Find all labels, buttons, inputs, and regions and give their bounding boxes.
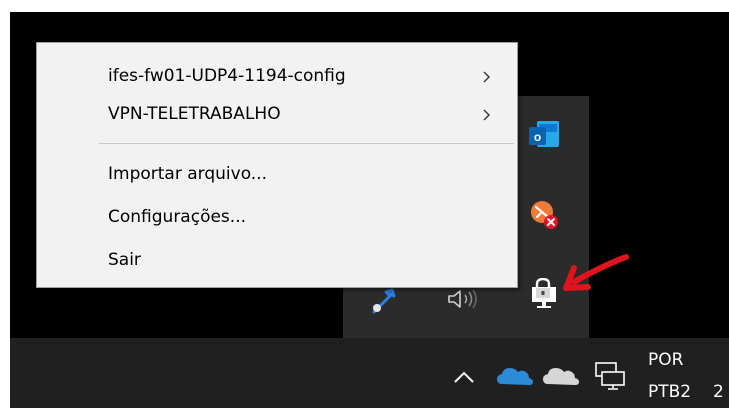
onedrive-gray-icon[interactable] [542, 364, 580, 388]
annotation-arrow [563, 254, 629, 291]
menu-item-import-file[interactable]: Importar arquivo... [37, 155, 517, 193]
menu-item-vpn-teletrabalho[interactable]: VPN-TELETRABALHO [37, 95, 517, 133]
vpn-context-menu: ifes-fw01-UDP4-1194-config VPN-TELETRABA… [36, 42, 518, 288]
menu-item-label: Configurações... [108, 207, 247, 227]
menu-item-exit[interactable]: Sair [37, 241, 517, 279]
menu-item-label: Importar arquivo... [108, 164, 268, 184]
menu-item-label: VPN-TELETRABALHO [108, 104, 281, 124]
language-indicator-line2[interactable]: PTB2 [648, 382, 691, 402]
menu-separator [99, 143, 514, 144]
bluetooth-icon[interactable] [368, 286, 398, 316]
chevron-right-icon [483, 109, 490, 121]
network-icon[interactable] [594, 361, 626, 391]
clock-partial[interactable]: 2 [713, 382, 724, 402]
onedrive-blue-icon[interactable] [496, 364, 534, 388]
language-indicator-line1[interactable]: POR [648, 350, 683, 370]
volume-icon[interactable] [445, 286, 485, 312]
chevron-right-icon [483, 71, 490, 83]
menu-item-settings[interactable]: Configurações... [37, 198, 517, 236]
svg-text:o: o [534, 130, 541, 144]
menu-item-label: ifes-fw01-UDP4-1194-config [108, 66, 346, 86]
outlook-icon[interactable]: o [527, 119, 561, 151]
menu-item-ifes-config[interactable]: ifes-fw01-UDP4-1194-config [37, 57, 517, 95]
chevron-up-icon[interactable] [452, 367, 476, 387]
menu-item-label: Sair [108, 250, 141, 270]
app-error-icon[interactable] [527, 198, 563, 232]
